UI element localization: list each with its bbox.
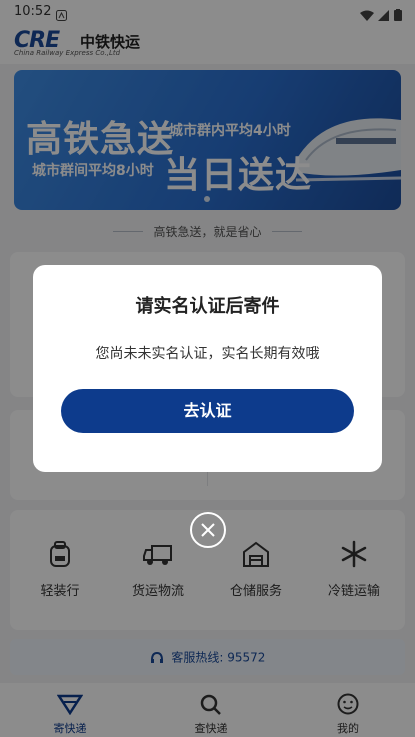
dialog-message: 您尚未未实名认证，实名长期有效哦 [95, 346, 320, 362]
verify-button[interactable]: 去认证 [61, 389, 354, 433]
close-dialog-button[interactable] [190, 512, 226, 548]
dialog-title: 请实名认证后寄件 [135, 296, 280, 317]
verify-dialog: 请实名认证后寄件 您尚未未实名认证，实名长期有效哦 去认证 [33, 265, 382, 472]
close-icon [201, 523, 215, 537]
